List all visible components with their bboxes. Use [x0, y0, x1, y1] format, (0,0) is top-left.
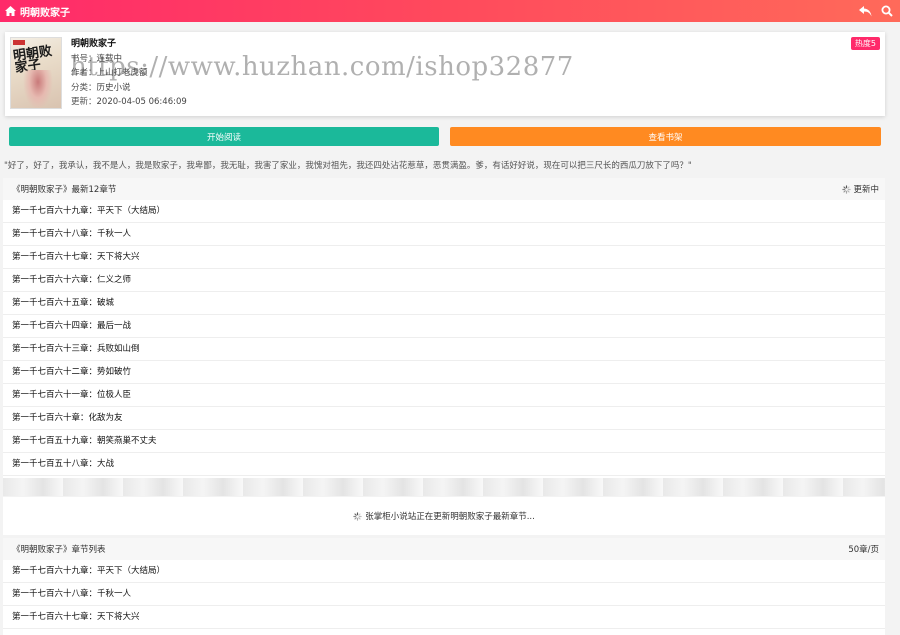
book-cover[interactable]: 明朝败家子 [10, 37, 62, 109]
chapter-list-panel: 《明朝败家子》章节列表 50章/页 第一千七百六十九章：平天下（大结局） 第一千… [3, 538, 885, 635]
ad-strip [3, 478, 885, 496]
book-info-card: 明朝败家子 明朝败家子 书号：连载中 作者：上山打老虎额 分类：历史小说 更新：… [5, 32, 885, 116]
chapter-list-title: 《明朝败家子》章节列表 [12, 545, 106, 555]
latest-chapter-list: 第一千七百六十九章：平天下（大结局） 第一千七百六十八章：千秋一人 第一千七百六… [3, 200, 885, 476]
chapter-link[interactable]: 第一千七百六十九章：平天下（大结局） [3, 200, 885, 223]
chapter-link[interactable]: 第一千七百六十三章：兵败如山倒 [3, 338, 885, 361]
top-bar: 明朝败家子 [0, 0, 900, 22]
update-status: 更新中 [842, 183, 879, 195]
spinner-icon [842, 184, 852, 194]
chapter-link[interactable]: 第一千七百六十九章：平天下（大结局） [3, 560, 885, 583]
cover-badge [13, 40, 25, 45]
view-shelf-button[interactable]: 查看书架 [450, 127, 881, 146]
book-author-row: 作者：上山打老虎额 [71, 68, 148, 78]
back-icon[interactable] [858, 3, 872, 19]
hot-badge: 热度5 [850, 37, 880, 50]
book-meta: 明朝败家子 书号：连载中 作者：上山打老虎额 分类：历史小说 更新：2020-0… [71, 37, 187, 110]
chapter-link[interactable]: 第一千七百六十八章：千秋一人 [3, 223, 885, 246]
latest-chapters-panel: 《明朝败家子》最新12章节 更新中 第一千七百六十九章：平天下（大结局） 第一千… [3, 178, 885, 478]
chapter-link[interactable]: 第一千七百六十七章：天下将大兴 [3, 246, 885, 269]
book-intro: "好了，好了，我承认，我不是人，我是败家子，我卑鄙，我无耻，我害了家业，我愧对祖… [4, 161, 692, 171]
chapter-list-header: 《明朝败家子》章节列表 50章/页 [3, 538, 885, 560]
page-title: 明朝败家子 [20, 7, 70, 19]
book-category[interactable]: 历史小说 [97, 83, 131, 93]
book-updated: 2020-04-05 06:46:09 [96, 97, 187, 107]
search-icon[interactable] [880, 3, 894, 19]
chapter-link[interactable]: 第一千七百六十八章：千秋一人 [3, 583, 885, 606]
book-category-row: 分类：历史小说 [71, 82, 131, 93]
updating-notice: 张掌柜小说站正在更新明朝败家子最新章节... [3, 497, 885, 535]
chapter-link[interactable]: 第一千七百六十七章：天下将大兴 [3, 606, 885, 629]
chapter-link[interactable]: 第一千七百五十九章：朝笑燕巢不丈夫 [3, 430, 885, 453]
chapter-link[interactable]: 第一千七百六十四章：最后一战 [3, 315, 885, 338]
chapter-link[interactable]: 第一千七百六十章：化敌为友 [3, 407, 885, 430]
home-icon[interactable] [3, 4, 17, 18]
per-page-selector[interactable]: 50章/页 [848, 543, 879, 555]
chapter-link[interactable]: 第一千七百六十二章：势如破竹 [3, 361, 885, 384]
cover-figure [23, 70, 53, 108]
book-name: 明朝败家子 [71, 39, 117, 49]
chapter-list: 第一千七百六十九章：平天下（大结局） 第一千七百六十八章：千秋一人 第一千七百六… [3, 560, 885, 629]
book-updated-row: 更新：2020-04-05 06:46:09 [71, 97, 187, 107]
book-status: 连载中 [96, 53, 123, 64]
book-status-row: 书号：连载中 [71, 53, 123, 64]
chapter-link[interactable]: 第一千七百六十一章：位极人臣 [3, 384, 885, 407]
chapter-link[interactable]: 第一千七百五十八章：大战 [3, 453, 885, 476]
chapter-link[interactable]: 第一千七百六十五章：破城 [3, 292, 885, 315]
chapter-link[interactable]: 第一千七百六十六章：仁义之师 [3, 269, 885, 292]
updating-text: 张掌柜小说站正在更新明朝败家子最新章节... [365, 512, 535, 522]
latest-chapters-header: 《明朝败家子》最新12章节 更新中 [3, 178, 885, 200]
book-author[interactable]: 上山打老虎额 [97, 68, 148, 78]
spinner-icon [353, 511, 362, 521]
latest-chapters-title: 《明朝败家子》最新12章节 [12, 185, 117, 195]
start-reading-button[interactable]: 开始阅读 [9, 127, 439, 146]
